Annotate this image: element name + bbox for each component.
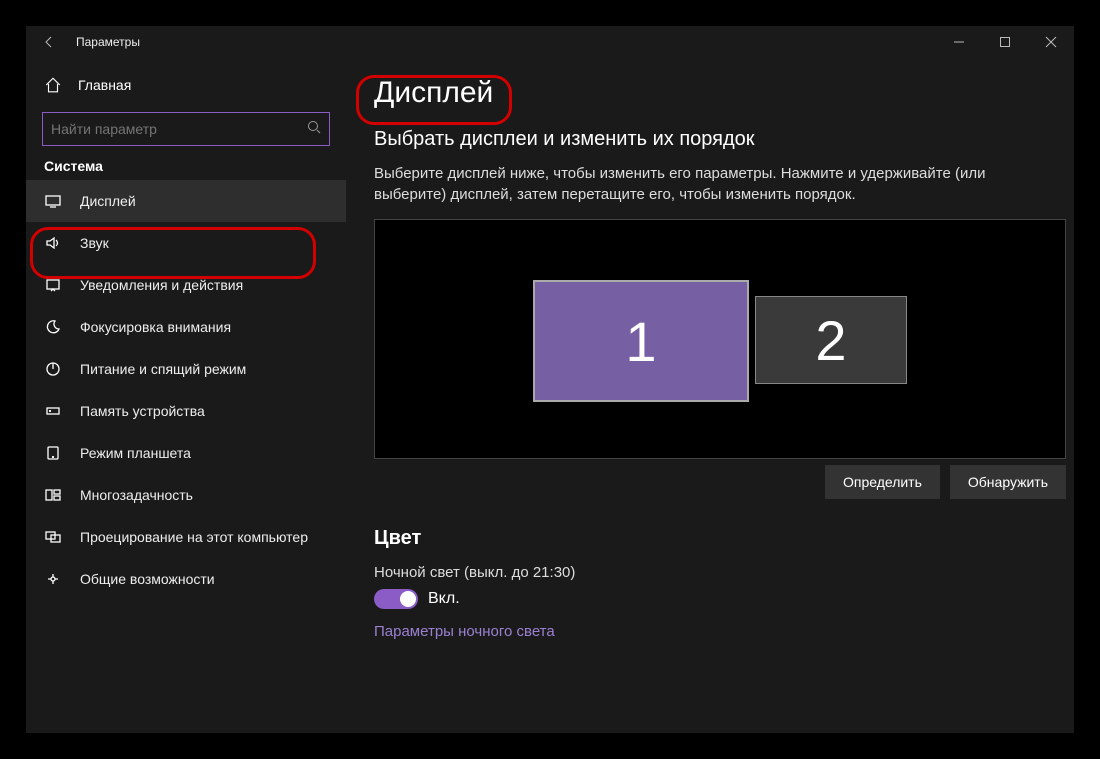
multitasking-icon [44,486,62,504]
detect-button[interactable]: Обнаружить [950,465,1066,499]
title-bar: Параметры [26,26,1074,58]
sidebar-item-projecting[interactable]: Проецирование на этот компьютер [26,516,346,558]
maximize-button[interactable] [982,26,1028,58]
sidebar-item-multitasking[interactable]: Многозадачность [26,474,346,516]
window-controls [936,26,1074,58]
sidebar-item-label: Режим планшета [80,445,191,461]
sidebar-item-focus-assist[interactable]: Фокусировка внимания [26,306,346,348]
notifications-icon [44,276,62,294]
search-input[interactable] [51,121,307,137]
back-button[interactable] [26,26,72,58]
sidebar-item-label: Уведомления и действия [80,277,243,293]
sidebar-item-storage[interactable]: Память устройства [26,390,346,432]
content-area: Главная Система Дисплей Звук [26,58,1074,733]
sub-heading: Выбрать дисплеи и изменить их порядок [374,128,1046,151]
main-pane: Дисплей Выбрать дисплеи и изменить их по… [346,58,1074,733]
toggle-knob [400,591,416,607]
sidebar-item-power[interactable]: Питание и спящий режим [26,348,346,390]
home-label: Главная [78,77,131,93]
sidebar-item-notifications[interactable]: Уведомления и действия [26,264,346,306]
sidebar-item-label: Память устройства [80,403,205,419]
app-title: Параметры [76,35,140,49]
project-icon [44,528,62,546]
search-icon [307,120,321,139]
sidebar: Главная Система Дисплей Звук [26,58,346,733]
home-icon [44,76,62,94]
sound-icon [44,234,62,252]
settings-window: Параметры Главная [26,26,1074,733]
night-light-toggle-row: Вкл. [374,589,1046,609]
night-light-toggle[interactable] [374,589,418,609]
identify-button[interactable]: Определить [825,465,940,499]
shared-icon [44,570,62,588]
display-icon [44,192,62,210]
power-icon [44,360,62,378]
sidebar-item-tablet[interactable]: Режим планшета [26,432,346,474]
monitor-arrangement-area[interactable]: 1 2 [374,219,1066,459]
search-box[interactable] [42,112,330,146]
sidebar-item-display[interactable]: Дисплей [26,180,346,222]
toggle-state-label: Вкл. [428,590,460,608]
storage-icon [44,402,62,420]
sidebar-item-label: Общие возможности [80,571,215,587]
monitor-1[interactable]: 1 [533,280,749,402]
monitor-buttons-row: Определить Обнаружить [374,465,1066,499]
moon-icon [44,318,62,336]
sidebar-item-label: Фокусировка внимания [80,319,231,335]
monitor-2[interactable]: 2 [755,296,907,384]
sidebar-item-sound[interactable]: Звук [26,222,346,264]
tablet-icon [44,444,62,462]
sidebar-item-label: Проецирование на этот компьютер [80,529,308,545]
sidebar-item-label: Дисплей [80,193,136,209]
sidebar-item-label: Звук [80,235,109,251]
page-title: Дисплей [374,76,493,110]
sidebar-home[interactable]: Главная [26,66,346,104]
sidebar-item-label: Питание и спящий режим [80,361,246,377]
minimize-button[interactable] [936,26,982,58]
sidebar-item-shared[interactable]: Общие возможности [26,558,346,600]
close-button[interactable] [1028,26,1074,58]
description-text: Выберите дисплей ниже, чтобы изменить ег… [374,163,1046,205]
sidebar-item-label: Многозадачность [80,487,193,503]
night-light-settings-link[interactable]: Параметры ночного света [374,623,555,640]
night-light-label: Ночной свет (выкл. до 21:30) [374,564,1046,581]
color-heading: Цвет [374,527,1046,550]
sidebar-group-label: Система [44,158,346,174]
